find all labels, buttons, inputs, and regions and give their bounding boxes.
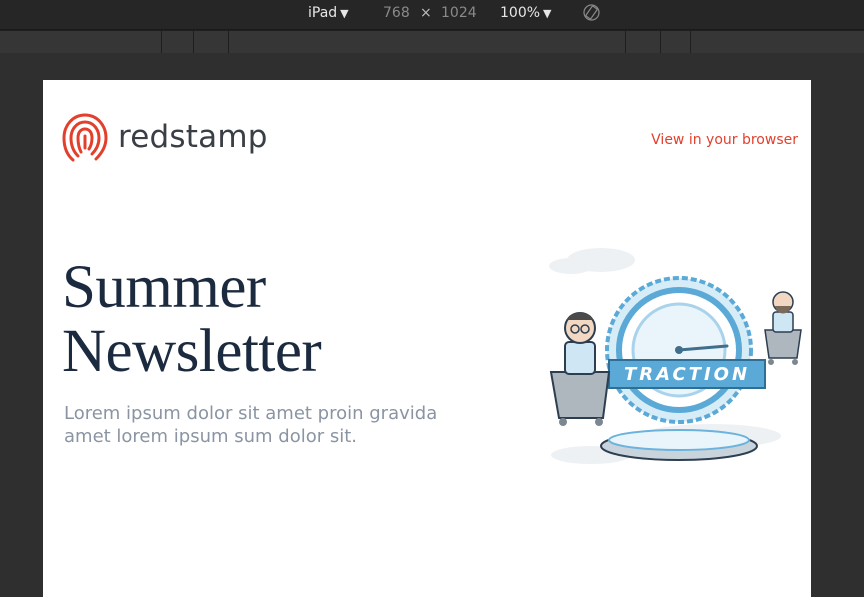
zoom-label: 100% [500,5,541,21]
traction-badge-text: TRACTION [624,364,750,385]
ruler-tick [161,31,162,53]
chevron-down-icon: ▼ [340,7,349,20]
hero-title: Summer Newsletter [62,254,322,385]
email-preview-canvas: redstamp View in your browser Summer New… [43,80,811,597]
traction-illustration: TRACTION [531,240,811,470]
view-in-browser-link[interactable]: View in your browser [651,132,798,148]
media-query-ruler[interactable] [0,30,864,54]
hero-title-line-1: Summer [62,254,266,321]
chevron-down-icon: ▼ [543,7,552,20]
ruler-tick [625,31,626,53]
ruler-tick [193,31,194,53]
device-label: iPad [308,5,338,21]
width-field[interactable]: 768 [383,5,410,21]
ruler-tick [660,31,661,53]
device-toolbar: iPad ▼ 768 × 1024 100% ▼ [0,0,864,30]
rotate-device-icon[interactable] [582,3,601,26]
brand-name: redstamp [118,119,268,155]
zoom-select[interactable]: 100% ▼ [500,5,552,22]
fingerprint-logo [62,113,108,162]
ruler-tick [690,31,691,53]
device-select[interactable]: iPad ▼ [308,5,349,22]
height-field[interactable]: 1024 [441,5,477,21]
times-icon: × [420,5,432,21]
hero-subtitle: Lorem ipsum dolor sit amet proin gravida… [64,403,438,447]
hero-title-line-2: Newsletter [62,318,322,385]
ruler-tick [228,31,229,53]
